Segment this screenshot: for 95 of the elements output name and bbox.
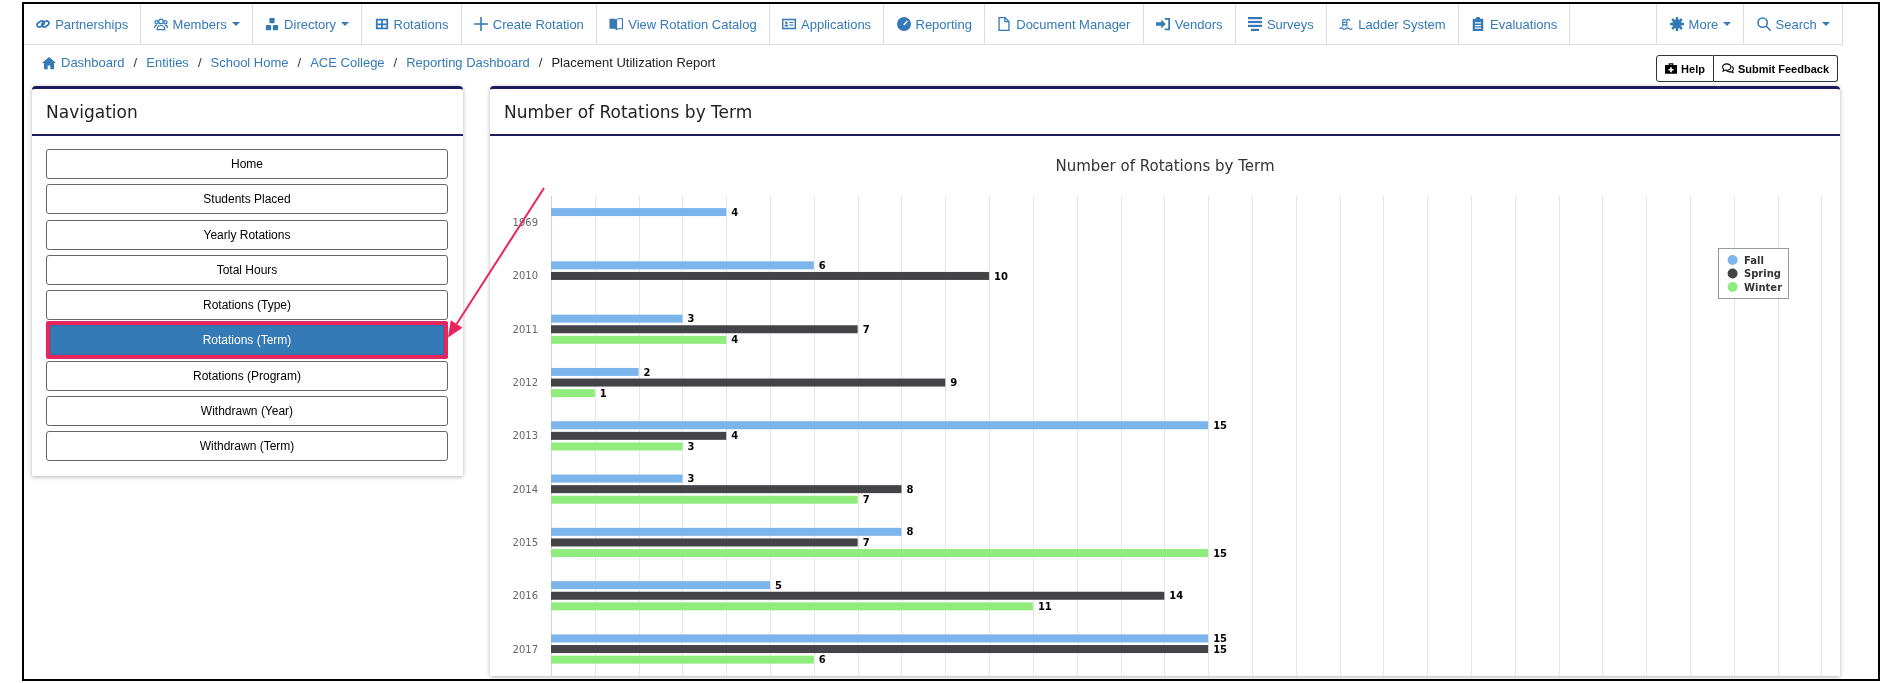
link-icon xyxy=(36,17,51,31)
data-label: 15 xyxy=(1213,643,1228,655)
help-button[interactable]: Help xyxy=(1656,55,1714,82)
legend-label: Fall xyxy=(1744,254,1764,266)
nav-link[interactable]: Document Manager xyxy=(985,4,1144,44)
nav-link[interactable]: Reporting xyxy=(884,4,986,44)
category-label: 2013 xyxy=(512,430,538,442)
breadcrumb-current: Placement Utilization Report xyxy=(551,55,716,71)
breadcrumb-link[interactable]: Entities xyxy=(146,55,189,71)
data-label: 6 xyxy=(818,259,826,271)
nav-link[interactable]: Ladder System xyxy=(1327,4,1459,44)
plus-icon xyxy=(473,17,488,31)
nav-link[interactable]: View Rotation Catalog xyxy=(597,4,770,44)
home-icon xyxy=(42,56,56,70)
pool-ladder-icon xyxy=(1339,17,1354,31)
first-aid-kit-icon xyxy=(1665,63,1678,74)
nav-link[interactable]: Surveys xyxy=(1235,4,1328,44)
blocks-icon xyxy=(265,17,280,31)
panel-title: Navigation xyxy=(46,101,138,122)
gear-icon xyxy=(1669,17,1684,31)
data-label: 6 xyxy=(818,654,826,666)
table-icon xyxy=(374,17,389,31)
search-icon xyxy=(1756,17,1771,31)
category-label: 2011 xyxy=(512,323,538,335)
nav-dropdown[interactable]: More xyxy=(1656,4,1745,44)
nav-dropdown[interactable]: Search xyxy=(1744,4,1843,44)
breadcrumb-separator: / xyxy=(393,55,398,71)
data-label: 5 xyxy=(775,579,782,591)
breadcrumb-separator: / xyxy=(297,55,302,71)
breadcrumb-separator: / xyxy=(197,55,202,71)
breadcrumb-link[interactable]: Dashboard xyxy=(42,55,125,71)
book-icon xyxy=(609,17,624,31)
data-label: 7 xyxy=(862,494,870,506)
data-label: 7 xyxy=(862,323,870,335)
breadcrumb-link[interactable]: Reporting Dashboard xyxy=(406,55,530,71)
data-label: 8 xyxy=(906,526,914,538)
data-label: 9 xyxy=(950,377,958,389)
nav-link[interactable]: Partnerships xyxy=(24,4,142,44)
exit-icon xyxy=(1155,17,1170,31)
id-card-icon xyxy=(782,17,796,31)
data-label: 1 xyxy=(599,387,607,399)
navigation-button[interactable]: Rotations (Type) xyxy=(46,290,448,321)
data-label: 10 xyxy=(994,270,1008,282)
breadcrumb-link[interactable]: School Home xyxy=(210,55,289,71)
nav-link[interactable]: Evaluations xyxy=(1458,4,1571,44)
category-label: 2016 xyxy=(512,590,538,602)
navigation-button[interactable]: Home xyxy=(46,149,448,179)
navigation-button[interactable]: Rotations (Term) xyxy=(50,325,444,356)
legend-box xyxy=(1718,248,1789,299)
comments-icon xyxy=(1721,63,1734,74)
nav-dropdown[interactable]: Members xyxy=(141,4,253,44)
file-icon xyxy=(997,17,1012,31)
breadcrumb-separator: / xyxy=(538,55,543,71)
category-label: 2015 xyxy=(512,536,538,548)
chart-title: Number of Rotations by Term xyxy=(1055,157,1275,175)
navigation-button[interactable]: Withdrawn (Year) xyxy=(46,396,448,427)
clipboard-icon xyxy=(1471,17,1486,31)
data-label: 14 xyxy=(1169,590,1184,602)
nav-link[interactable]: Vendors xyxy=(1143,4,1236,44)
breadcrumb-link[interactable]: ACE College xyxy=(310,55,385,71)
navigation-button[interactable]: Rotations (Program) xyxy=(46,360,448,391)
navigation-button[interactable]: Yearly Rotations xyxy=(46,219,448,250)
gauge-icon xyxy=(896,17,911,31)
legend-label: Winter xyxy=(1744,281,1783,293)
list-icon xyxy=(1247,17,1262,31)
category-label: 2012 xyxy=(512,377,538,389)
category-label: 2010 xyxy=(512,270,538,282)
nav-link[interactable]: Applications xyxy=(769,4,885,44)
data-label: 15 xyxy=(1213,547,1228,559)
data-label: 11 xyxy=(1037,600,1052,612)
users-icon xyxy=(153,17,168,31)
legend-label: Spring xyxy=(1744,268,1781,280)
nav-dropdown[interactable]: Directory xyxy=(252,4,363,44)
data-label: 3 xyxy=(687,441,695,453)
navigation-button[interactable]: Withdrawn (Term) xyxy=(46,431,448,462)
data-label: 2 xyxy=(643,366,651,378)
data-label: 3 xyxy=(687,313,695,325)
data-label: 15 xyxy=(1213,419,1228,431)
data-label: 4 xyxy=(731,206,739,218)
nav-link[interactable]: Create Rotation xyxy=(461,4,598,44)
navigation-button[interactable]: Total Hours xyxy=(46,254,448,285)
category-label: 2014 xyxy=(512,483,538,495)
data-label: 15 xyxy=(1213,633,1228,645)
panel-title: Number of Rotations by Term xyxy=(504,101,753,122)
bar xyxy=(551,389,595,398)
breadcrumb-separator: / xyxy=(133,55,138,71)
data-label: 4 xyxy=(731,430,739,442)
data-label: 4 xyxy=(731,334,739,346)
navigation-button[interactable]: Students Placed xyxy=(46,184,448,215)
category-label: 2017 xyxy=(512,643,538,655)
nav-link[interactable]: Rotations xyxy=(362,4,462,44)
data-label: 3 xyxy=(687,473,695,485)
feedback-button[interactable]: Submit Feedback xyxy=(1713,55,1838,82)
data-label: 8 xyxy=(906,483,914,495)
data-label: 7 xyxy=(862,537,870,549)
